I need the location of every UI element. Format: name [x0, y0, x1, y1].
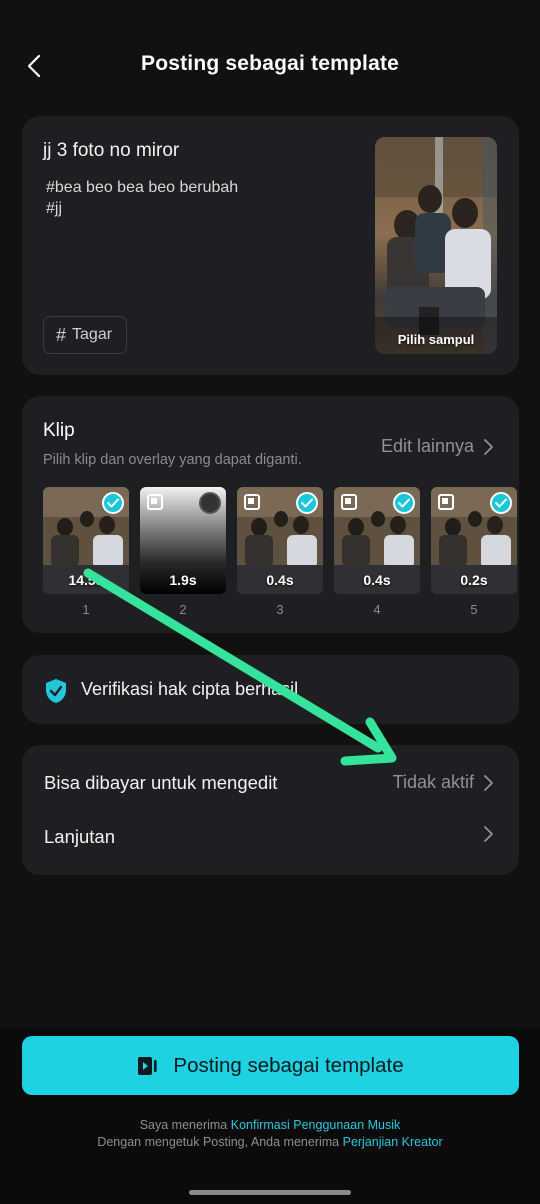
settings-card: Bisa dibayar untuk mengedit Tidak aktif … — [22, 745, 519, 875]
template-icon — [138, 1056, 157, 1075]
page-title: Posting sebagai template — [140, 52, 400, 75]
clip-number: 1 — [82, 602, 90, 617]
hashtag-icon: # — [56, 324, 67, 345]
template-description[interactable]: #bea beo bea beo berubah #jj — [46, 177, 238, 219]
clips-row: 14.5s 1 1.9s 2 0.4s 3 0.4s 4 0.2s 5 — [43, 487, 519, 617]
cover-picker[interactable]: Pilih sampul — [375, 137, 497, 354]
chevron-right-icon — [484, 826, 493, 842]
frame-icon — [438, 494, 454, 510]
tag-button-label: Tagar — [72, 326, 113, 343]
clip-number: 4 — [373, 602, 381, 617]
clip-thumbnail[interactable]: 0.4s — [237, 487, 323, 594]
advanced-row[interactable]: Lanjutan — [22, 810, 519, 864]
post-template-button[interactable]: Posting sebagai template — [22, 1036, 519, 1095]
header: Posting sebagai template — [0, 0, 540, 132]
shield-check-icon — [46, 679, 66, 703]
template-title[interactable]: jj 3 foto no miror — [43, 140, 179, 162]
check-icon[interactable] — [393, 492, 415, 514]
clip-duration: 14.5s — [68, 572, 104, 588]
music-usage-link[interactable]: Konfirmasi Penggunaan Musik — [231, 1118, 401, 1132]
paid-edit-label: Bisa dibayar untuk mengedit — [44, 772, 278, 793]
frame-icon — [244, 494, 260, 510]
chevron-right-icon — [484, 774, 493, 791]
clip-thumbnail[interactable]: 1.9s — [140, 487, 226, 594]
frame-icon — [341, 494, 357, 510]
edit-more-label: Edit lainnya — [380, 436, 474, 456]
terms-line-music: Saya menerima Konfirmasi Penggunaan Musi… — [0, 1118, 540, 1132]
terms-text: Dengan mengetuk Posting, Anda menerima — [97, 1135, 343, 1149]
clip-duration: 0.4s — [363, 572, 391, 588]
cover-label: Pilih sampul — [397, 332, 475, 347]
clips-subtitle: Pilih klip dan overlay yang dapat digant… — [43, 452, 302, 468]
clip-duration: 0.4s — [266, 572, 294, 588]
advanced-chevron — [484, 826, 493, 842]
clips-card: Klip Pilih klip dan overlay yang dapat d… — [22, 396, 519, 633]
tag-button[interactable]: # Tagar — [43, 316, 128, 354]
unchecked-circle-icon[interactable] — [199, 492, 221, 514]
clip-thumbnail[interactable]: 0.4s — [334, 487, 420, 594]
clips-title: Klip — [43, 420, 75, 441]
terms-text: Saya menerima — [139, 1118, 231, 1132]
creator-agreement-link[interactable]: Perjanjian Kreator — [343, 1135, 443, 1149]
clip-number: 3 — [276, 602, 284, 617]
clip-thumbnail[interactable]: 14.5s — [43, 487, 129, 594]
home-indicator[interactable] — [189, 1190, 351, 1195]
frame-icon — [147, 494, 163, 510]
edit-more-link[interactable]: Edit lainnya — [381, 436, 493, 457]
paid-edit-value: Tidak aktif — [393, 772, 493, 793]
check-icon[interactable] — [102, 492, 124, 514]
clip-duration: 1.9s — [169, 572, 197, 588]
copyright-verification-card: Verifikasi hak cipta berhasil — [22, 655, 519, 724]
check-icon[interactable] — [490, 492, 512, 514]
clip-thumbnail[interactable]: 0.2s — [431, 487, 517, 594]
post-button-label: Posting sebagai template — [173, 1053, 404, 1077]
cover-photo — [375, 137, 497, 354]
clip-number: 2 — [179, 602, 187, 617]
verification-text: Verifikasi hak cipta berhasil — [81, 679, 299, 699]
clip-number: 5 — [470, 602, 478, 617]
advanced-label: Lanjutan — [44, 826, 115, 847]
paid-edit-row[interactable]: Bisa dibayar untuk mengedit Tidak aktif — [22, 756, 519, 810]
clip-duration: 0.2s — [460, 572, 488, 588]
terms-line-creator: Dengan mengetuk Posting, Anda menerima P… — [0, 1135, 540, 1149]
check-icon[interactable] — [296, 492, 318, 514]
template-info-card: jj 3 foto no miror #bea beo bea beo beru… — [22, 116, 519, 375]
chevron-right-icon — [484, 438, 493, 455]
paid-edit-status: Tidak aktif — [392, 772, 474, 792]
